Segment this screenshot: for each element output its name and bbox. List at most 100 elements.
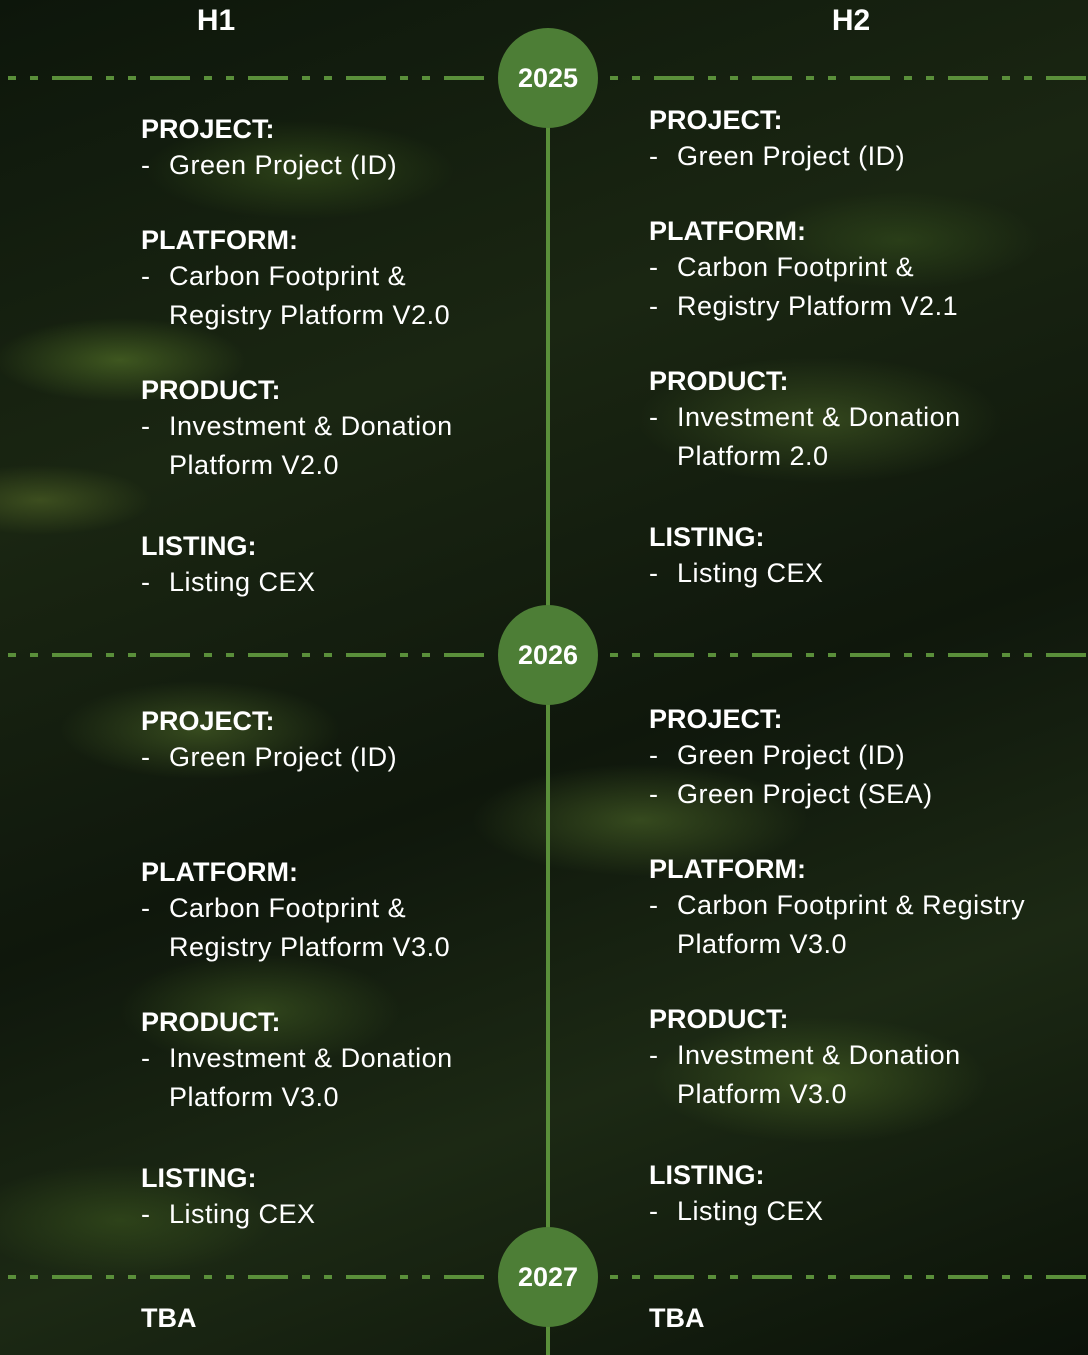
list-item: - Investment & Donation <box>141 1039 561 1078</box>
bullet-dash: - <box>141 893 151 923</box>
section-listing: LISTING: - Listing CEX <box>649 520 1069 593</box>
list-item: - Listing CEX <box>141 1195 561 1234</box>
list-item: Platform V3.0 <box>141 1078 561 1117</box>
list-item: - Registry Platform V2.1 <box>649 287 1069 326</box>
separator-2025-left <box>8 76 486 80</box>
bullet-dash <box>141 296 169 335</box>
list-item-text: Platform V3.0 <box>169 1082 340 1112</box>
list-item-text: Investment & Donation <box>169 411 453 441</box>
section-heading: LISTING: <box>649 1160 765 1190</box>
bullet-dash: - <box>649 252 659 282</box>
section-platform: PLATFORM: - Carbon Footprint & Registry Pl… <box>649 852 1069 964</box>
separator-2026-left <box>8 653 486 657</box>
list-item: - Investment & Donation <box>141 407 561 446</box>
list-item: - Green Project (ID) <box>141 738 561 777</box>
section-heading: PRODUCT: <box>649 1004 789 1034</box>
section-project: PROJECT: - Green Project (ID) <box>649 103 1069 176</box>
bullet-dash: - <box>649 141 659 171</box>
separator-2025-right <box>610 76 1088 80</box>
section-heading: PROJECT: <box>649 704 783 734</box>
section-heading: PROJECT: <box>141 706 275 736</box>
list-item-text: Carbon Footprint & Registry <box>677 890 1026 920</box>
section-project: PROJECT: - Green Project (ID) - Green Proj… <box>649 702 1069 814</box>
section-heading: PROJECT: <box>141 114 275 144</box>
list-item: - Green Project (ID) <box>649 736 1069 775</box>
block-2025-h1: PROJECT: - Green Project (ID) PLATFORM: - C… <box>141 104 561 642</box>
section-platform: PLATFORM: - Carbon Footprint & - Registry … <box>649 214 1069 326</box>
list-item: - Listing CEX <box>141 563 561 602</box>
bullet-dash <box>141 928 169 967</box>
list-item: Registry Platform V2.0 <box>141 296 561 335</box>
bullet-dash <box>649 437 677 476</box>
list-item: - Carbon Footprint & <box>649 248 1069 287</box>
list-item: - Carbon Footprint & <box>141 257 561 296</box>
list-item-text: Carbon Footprint & <box>169 261 407 291</box>
list-item-text: Registry Platform V3.0 <box>169 932 451 962</box>
bullet-dash <box>649 1075 677 1114</box>
list-item-text: Green Project (ID) <box>169 150 398 180</box>
block-2026-h2: PROJECT: - Green Project (ID) - Green Proj… <box>649 694 1069 1271</box>
list-item: Platform V3.0 <box>649 925 1069 964</box>
list-item-text: Listing CEX <box>169 567 316 597</box>
section-heading: LISTING: <box>141 531 257 561</box>
bullet-dash: - <box>649 1040 659 1070</box>
list-item-text: Carbon Footprint & <box>677 252 915 282</box>
bullet-dash <box>649 925 677 964</box>
section-platform: PLATFORM: - Carbon Footprint & Registry Pl… <box>141 223 561 335</box>
bullet-dash: - <box>649 291 659 321</box>
list-item: - Carbon Footprint & <box>141 889 561 928</box>
list-item-text: Green Project (SEA) <box>677 779 933 809</box>
list-item: Platform V2.0 <box>141 446 561 485</box>
list-item: Registry Platform V3.0 <box>141 928 561 967</box>
bullet-dash <box>141 446 169 485</box>
list-item-text: Carbon Footprint & <box>169 893 407 923</box>
bullet-dash: - <box>141 261 151 291</box>
bullet-dash: - <box>141 742 151 772</box>
section-heading: PLATFORM: <box>649 216 806 246</box>
bullet-dash: - <box>649 402 659 432</box>
bullet-dash: - <box>141 411 151 441</box>
section-listing: LISTING: - Listing CEX <box>141 529 561 602</box>
section-product: PRODUCT: - Investment & Donation Platform … <box>649 364 1069 476</box>
tba-2027-h2: TBA <box>649 1303 705 1333</box>
block-2025-h2: PROJECT: - Green Project (ID) PLATFORM: - C… <box>649 95 1069 633</box>
bullet-dash: - <box>141 1199 151 1229</box>
section-product: PRODUCT: - Investment & Donation Platform … <box>141 373 561 485</box>
separator-2027-right <box>610 1275 1088 1279</box>
list-item-text: Platform 2.0 <box>677 441 829 471</box>
bullet-dash: - <box>649 740 659 770</box>
section-heading: PLATFORM: <box>141 225 298 255</box>
list-item: - Investment & Donation <box>649 1036 1069 1075</box>
bullet-dash: - <box>141 567 151 597</box>
block-2026-h1: PROJECT: - Green Project (ID) PLATFORM: - C… <box>141 696 561 1274</box>
section-heading: PRODUCT: <box>141 375 281 405</box>
section-heading: PRODUCT: <box>649 366 789 396</box>
section-listing: LISTING: - Listing CEX <box>141 1161 561 1234</box>
list-item-text: Green Project (ID) <box>169 742 398 772</box>
list-item-text: Listing CEX <box>677 1196 824 1226</box>
section-product: PRODUCT: - Investment & Donation Platform … <box>649 1002 1069 1114</box>
section-product: PRODUCT: - Investment & Donation Platform … <box>141 1005 561 1117</box>
separator-2026-right <box>610 653 1088 657</box>
bullet-dash: - <box>649 890 659 920</box>
section-listing: LISTING: - Listing CEX <box>649 1158 1069 1231</box>
list-item: - Carbon Footprint & Registry <box>649 886 1069 925</box>
list-item-text: Green Project (ID) <box>677 740 906 770</box>
section-project: PROJECT: - Green Project (ID) <box>141 704 561 777</box>
list-item-text: Platform V3.0 <box>677 1079 848 1109</box>
list-item-text: Registry Platform V2.1 <box>677 291 959 321</box>
list-item: Platform 2.0 <box>649 437 1069 476</box>
section-heading: PRODUCT: <box>141 1007 281 1037</box>
list-item-text: Investment & Donation <box>169 1043 453 1073</box>
list-item-text: Listing CEX <box>169 1199 316 1229</box>
list-item-text: Investment & Donation <box>677 402 961 432</box>
list-item: - Green Project (SEA) <box>649 775 1069 814</box>
section-platform: PLATFORM: - Carbon Footprint & Registry Pl… <box>141 855 561 967</box>
list-item: - Investment & Donation <box>649 398 1069 437</box>
list-item: - Green Project (ID) <box>141 146 561 185</box>
h2-header: H2 <box>831 4 871 37</box>
section-heading: LISTING: <box>649 522 765 552</box>
bullet-dash: - <box>649 1196 659 1226</box>
section-heading: PLATFORM: <box>141 857 298 887</box>
tba-2027-h1: TBA <box>141 1303 197 1333</box>
